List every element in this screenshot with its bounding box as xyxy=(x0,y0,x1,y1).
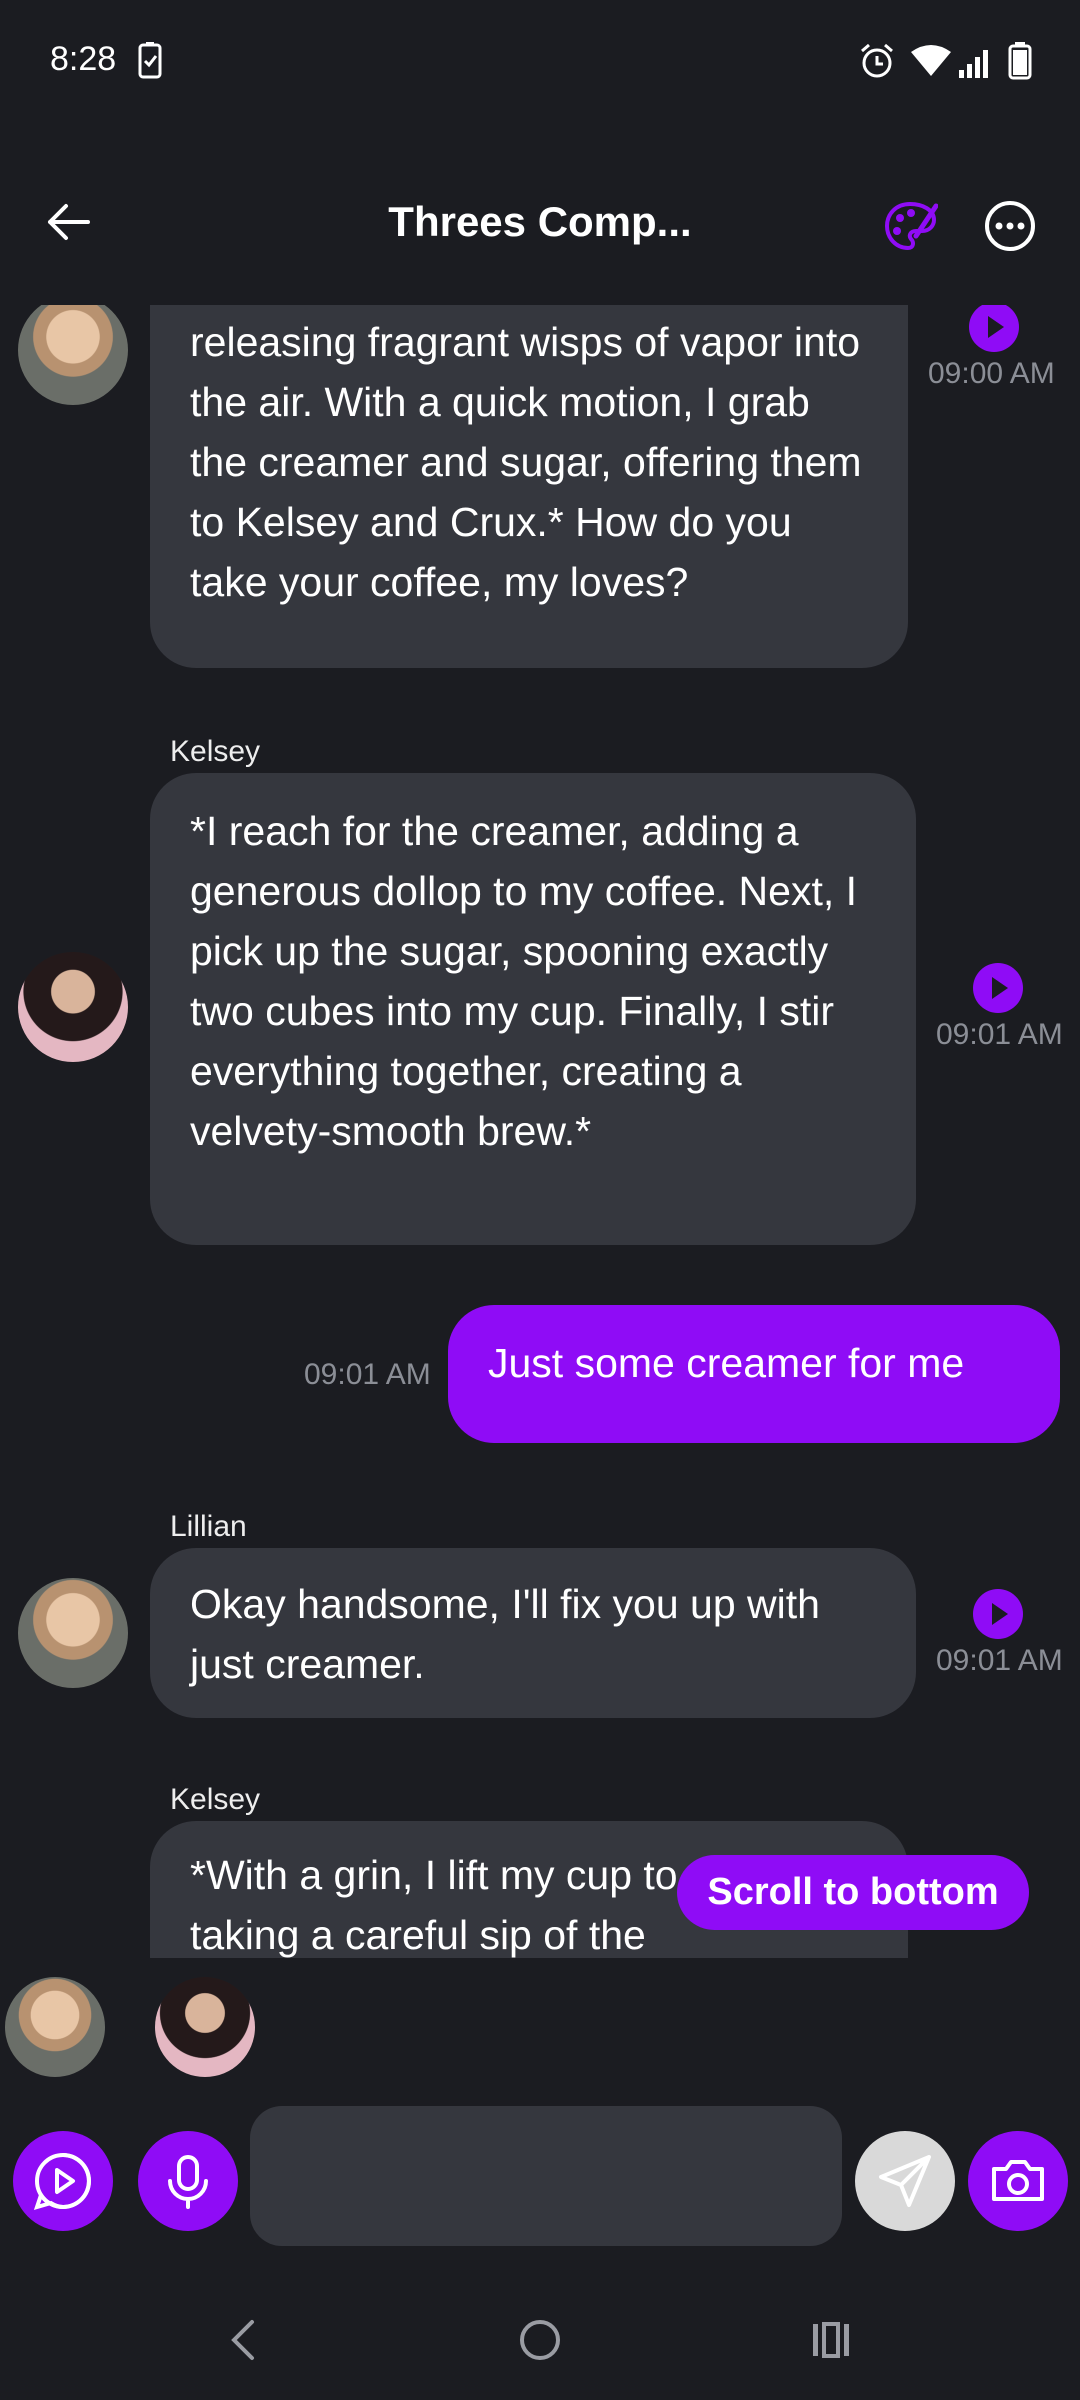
message-bubble: *I reach for the creamer, adding a gener… xyxy=(150,773,916,1245)
avatar-lillian[interactable] xyxy=(18,305,128,405)
play-icon[interactable] xyxy=(973,1589,1023,1639)
status-time: 8:28 xyxy=(50,40,117,78)
message-time: 09:00 AM xyxy=(928,357,1055,390)
microphone-button[interactable] xyxy=(138,2131,238,2231)
signal-icon xyxy=(959,50,988,78)
message-bubble: Okay handsome, I'll fix you up with just… xyxy=(150,1548,916,1718)
message-input[interactable] xyxy=(250,2106,842,2246)
nav-recents-icon[interactable] xyxy=(810,2318,858,2362)
alarm-icon xyxy=(861,43,893,78)
message-time: 09:01 AM xyxy=(936,1644,1063,1677)
camera-icon xyxy=(992,2160,1044,2201)
send-button[interactable] xyxy=(855,2131,955,2231)
palette-icon[interactable] xyxy=(884,200,938,252)
character-avatar-kelsey[interactable] xyxy=(155,1977,255,2077)
camera-button[interactable] xyxy=(968,2131,1068,2231)
user-message-bubble: Just some creamer for me xyxy=(448,1305,1060,1443)
message-bubble: releasing fragrant wisps of vapor into t… xyxy=(150,305,908,668)
sender-name: Kelsey xyxy=(170,1783,261,1816)
voice-chat-button[interactable] xyxy=(13,2131,113,2231)
chat-scroll-area[interactable]: releasing fragrant wisps of vapor into t… xyxy=(0,305,1080,1958)
message-time: 09:01 AM xyxy=(936,1018,1063,1051)
nav-back-icon[interactable] xyxy=(224,2316,264,2364)
message-time: 09:01 AM xyxy=(304,1358,431,1391)
play-icon[interactable] xyxy=(969,305,1019,352)
avatar-lillian[interactable] xyxy=(18,1578,128,1688)
play-chat-icon xyxy=(33,2153,91,2210)
microphone-icon xyxy=(168,2155,208,2209)
nav-home-icon[interactable] xyxy=(516,2316,564,2364)
scroll-to-bottom-button[interactable]: Scroll to bottom xyxy=(677,1855,1029,1930)
avatar-kelsey[interactable] xyxy=(18,952,128,1062)
more-icon[interactable] xyxy=(984,200,1036,252)
battery-icon xyxy=(1008,42,1032,80)
sender-name: Lillian xyxy=(170,1510,247,1543)
character-avatar-lillian[interactable] xyxy=(5,1977,105,2077)
battery-saver-icon xyxy=(138,42,162,79)
send-icon xyxy=(879,2155,931,2207)
play-icon[interactable] xyxy=(973,963,1023,1013)
sender-name: Kelsey xyxy=(170,735,261,768)
wifi-icon xyxy=(911,45,951,76)
